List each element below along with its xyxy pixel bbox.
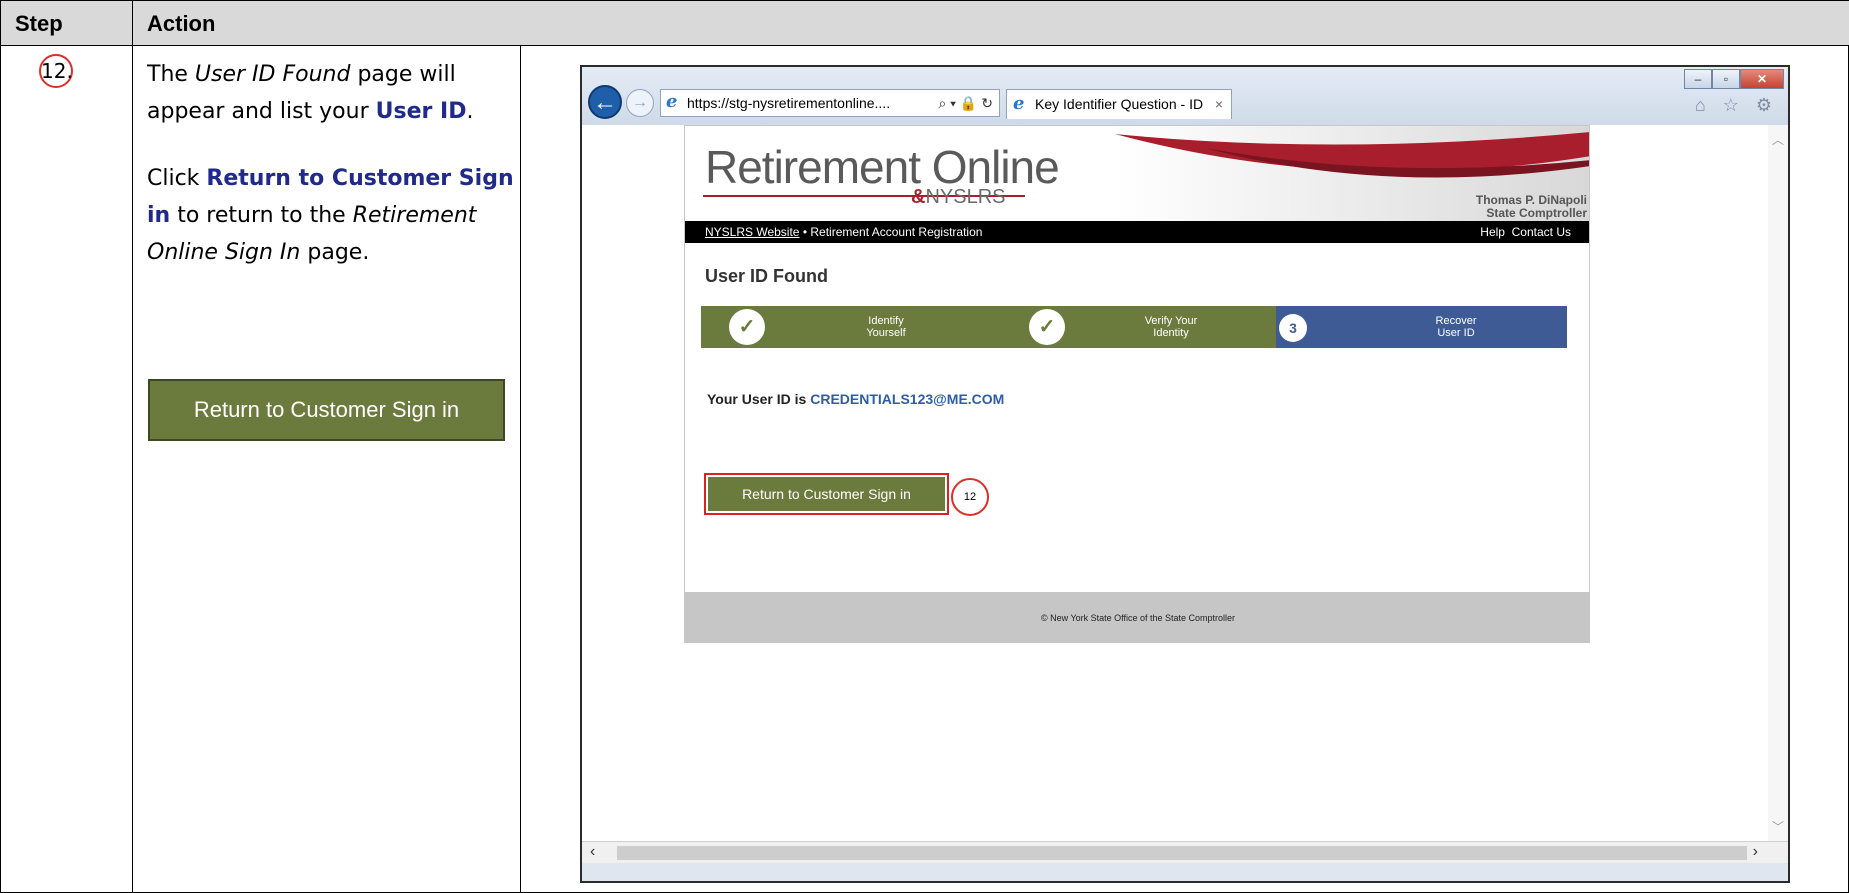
step-number: 12. bbox=[39, 54, 73, 88]
maximize-button[interactable]: ▫ bbox=[1712, 69, 1740, 89]
table-header: Step Action bbox=[1, 1, 1849, 46]
nav-separator: • bbox=[799, 225, 811, 239]
step-label: Verify Your Identity bbox=[1111, 315, 1231, 339]
ie-icon: e bbox=[1013, 93, 1025, 114]
ie-icon: e bbox=[666, 91, 678, 112]
horizontal-scrollbar[interactable]: ‹ › bbox=[582, 841, 1788, 863]
step-label-line: User ID bbox=[1437, 327, 1475, 339]
header-step: Step bbox=[1, 1, 133, 46]
vertical-scrollbar[interactable]: ︿ ﹀ bbox=[1768, 125, 1788, 863]
nyslrs-mark-icon: & bbox=[911, 186, 926, 208]
contact-us-link[interactable]: Contact Us bbox=[1512, 225, 1571, 239]
address-tools-icon[interactable]: ⌕ ▾ 🔒 ↻ bbox=[938, 90, 993, 116]
tab-title: Key Identifier Question - ID bbox=[1035, 96, 1204, 112]
page-viewport: Retirement Online &NYSLRS Thomas P. DiNa… bbox=[582, 125, 1788, 863]
return-to-customer-sign-in-button[interactable]: Return to Customer Sign in bbox=[708, 477, 945, 511]
progress-steps: ✓ Identify Yourself ✓ Verify Your Identity… bbox=[701, 306, 1567, 348]
nav-registration: Retirement Account Registration bbox=[810, 225, 983, 239]
browser-chrome: ← → e https://stg-nysretirementonline...… bbox=[582, 67, 1788, 125]
step-column: 12. bbox=[1, 46, 133, 893]
scroll-down-icon[interactable]: ﹀ bbox=[1772, 818, 1784, 835]
instructions-text: The User ID Found page will appear and l… bbox=[147, 56, 517, 271]
nyslrs-site: Retirement Online &NYSLRS Thomas P. DiNa… bbox=[684, 125, 1590, 643]
checkmark-icon: ✓ bbox=[1029, 309, 1065, 345]
return-to-sign-in-button-sample: Return to Customer Sign in bbox=[148, 379, 505, 441]
address-text: https://stg-nysretirementonline.... bbox=[687, 95, 891, 111]
instr-text: to return to the bbox=[170, 203, 353, 228]
step-number-badge: 3 bbox=[1279, 314, 1307, 342]
step-label: Identify Yourself bbox=[826, 315, 946, 339]
scroll-up-icon[interactable]: ︿ bbox=[1772, 131, 1784, 148]
comptroller-title: State Comptroller bbox=[1486, 206, 1587, 220]
window-controls: – ▫ ✕ bbox=[1684, 69, 1784, 89]
forward-button[interactable]: → bbox=[626, 89, 654, 117]
instr-text: . bbox=[466, 99, 474, 124]
step-identify-yourself: ✓ Identify Yourself bbox=[701, 306, 1001, 348]
checkmark-icon: ✓ bbox=[729, 309, 765, 345]
nyslrs-logo: &NYSLRS bbox=[911, 186, 1005, 209]
back-button[interactable]: ← bbox=[588, 85, 622, 119]
help-link[interactable]: Help bbox=[1480, 225, 1505, 239]
header-action: Action bbox=[147, 11, 216, 36]
user-id-message: Your User ID is CREDENTIALS123@ME.COM bbox=[707, 391, 1004, 407]
scroll-thumb[interactable] bbox=[617, 846, 1747, 860]
scroll-left-icon[interactable]: ‹ bbox=[590, 843, 595, 861]
step-label-line: Recover bbox=[1435, 315, 1477, 327]
scroll-right-icon[interactable]: › bbox=[1753, 843, 1758, 861]
home-favorites-settings-icons[interactable]: ⌂ ☆ ⚙ bbox=[1695, 95, 1778, 116]
instr-text: The bbox=[147, 62, 195, 87]
instructions-column: The User ID Found page will appear and l… bbox=[133, 46, 521, 893]
nyslrs-logo-text: NYSLRS bbox=[925, 186, 1006, 208]
step-label-line: Identity bbox=[1153, 327, 1189, 339]
step-label-line: Yourself bbox=[866, 327, 906, 339]
highlight-box: Return to Customer Sign in bbox=[704, 473, 949, 515]
comptroller-signature: Thomas P. DiNapoli State Comptroller bbox=[1476, 194, 1587, 220]
nav-right: Help Contact Us bbox=[1480, 221, 1571, 243]
browser-window: ← → e https://stg-nysretirementonline...… bbox=[580, 65, 1790, 883]
step-recover-user-id: 3 Recover User ID bbox=[1276, 306, 1567, 348]
site-footer: © New York State Office of the State Com… bbox=[685, 592, 1589, 642]
step-label: Recover User ID bbox=[1396, 315, 1516, 339]
browser-tab[interactable]: e Key Identifier Question - ID × bbox=[1006, 89, 1232, 119]
tab-close-icon[interactable]: × bbox=[1215, 90, 1223, 118]
step-label-line: Identify bbox=[868, 315, 904, 327]
close-button[interactable]: ✕ bbox=[1740, 69, 1784, 89]
callout-badge: 12 bbox=[951, 478, 989, 516]
minimize-button[interactable]: – bbox=[1684, 69, 1712, 89]
page-title: User ID Found bbox=[705, 266, 829, 286]
step-label-line: Verify Your bbox=[1144, 315, 1198, 327]
instr-keyword-user-id: User ID bbox=[375, 99, 467, 124]
user-id-value: CREDENTIALS123@ME.COM bbox=[810, 391, 1005, 407]
nyslrs-website-link[interactable]: NYSLRS Website bbox=[705, 225, 799, 239]
site-navbar: NYSLRS Website • Retirement Account Regi… bbox=[685, 221, 1589, 243]
address-bar[interactable]: e https://stg-nysretirementonline.... ⌕ … bbox=[660, 89, 1000, 117]
instr-text: Click bbox=[147, 166, 207, 191]
step-verify-identity: ✓ Verify Your Identity bbox=[1001, 306, 1276, 348]
site-banner: Retirement Online &NYSLRS Thomas P. DiNa… bbox=[685, 126, 1589, 221]
user-id-label: Your User ID is bbox=[707, 391, 811, 407]
retirement-online-logo: Retirement Online bbox=[705, 141, 1060, 193]
instr-text: page. bbox=[300, 240, 370, 265]
instr-page-name: User ID Found bbox=[194, 62, 351, 87]
